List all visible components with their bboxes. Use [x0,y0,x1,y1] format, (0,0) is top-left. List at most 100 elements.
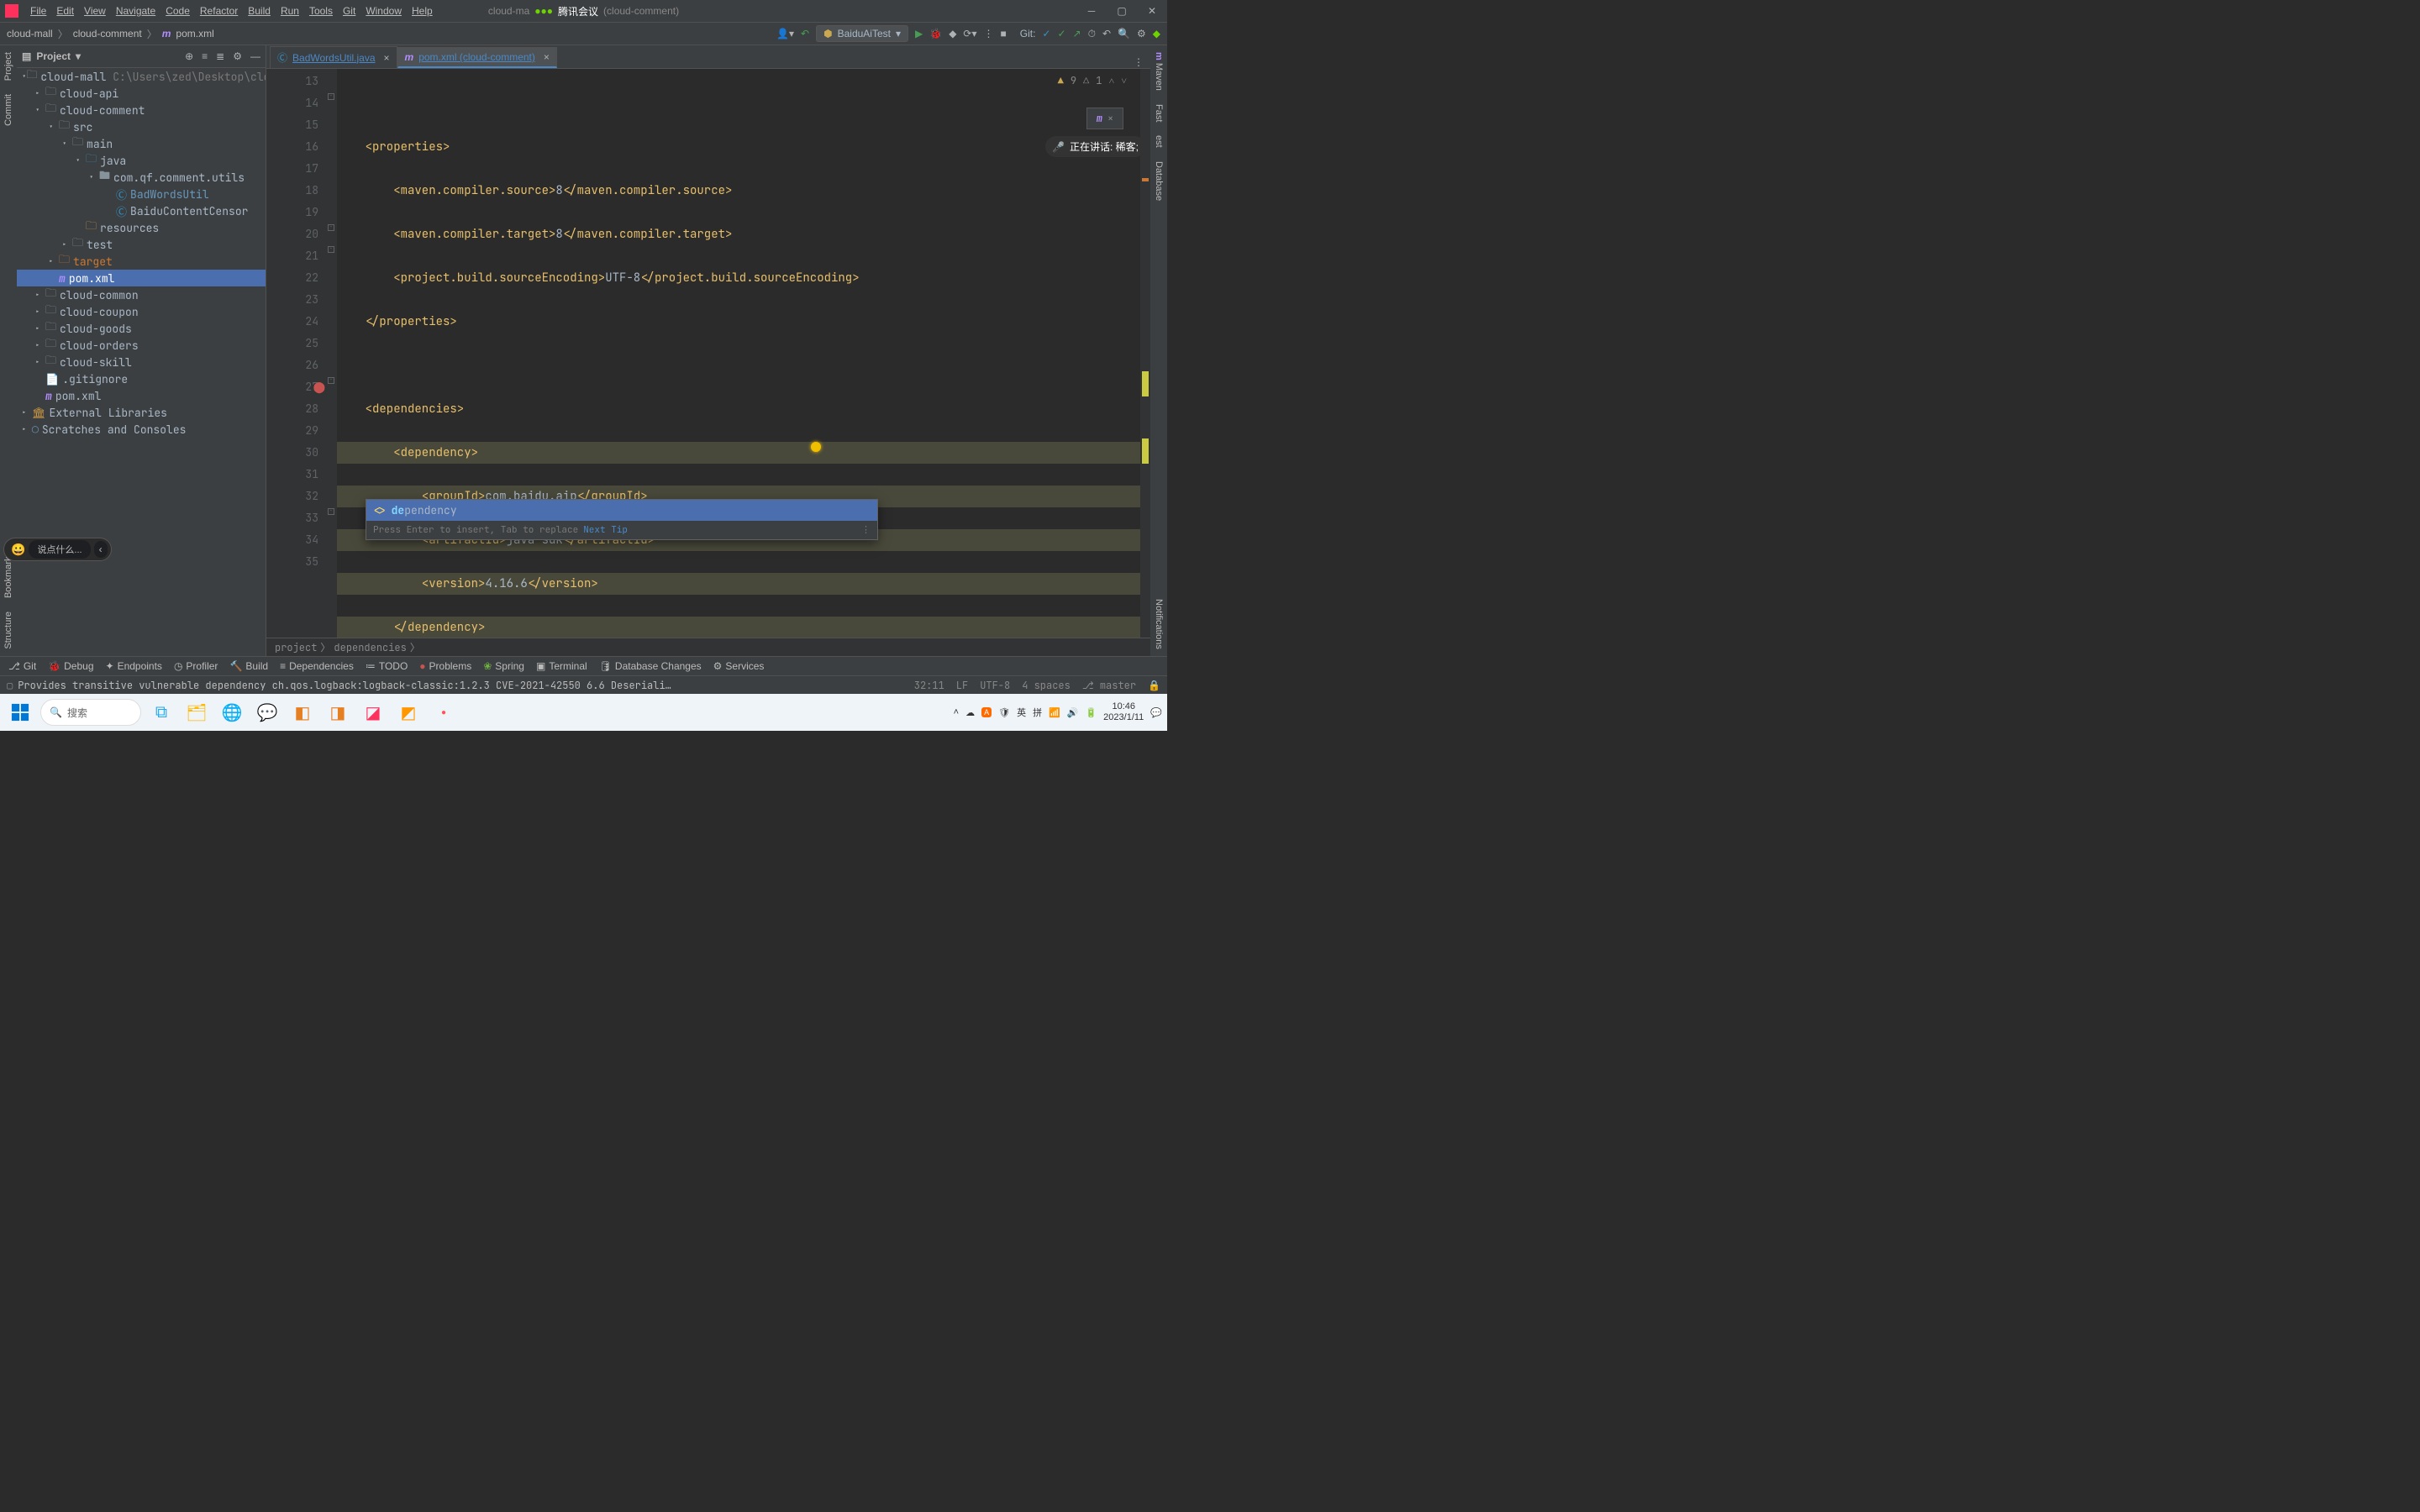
taskbar-app1[interactable]: ◧ [287,697,318,727]
toolwin-notifications[interactable]: Notifications [1152,592,1165,656]
taskbar-chrome[interactable]: 🌐 [217,697,247,727]
taskbar-intellij[interactable]: ◪ [358,697,388,727]
menu-help[interactable]: Help [407,5,438,17]
inspection-summary[interactable]: ▲9 △1 ˄˅ [1058,74,1127,87]
file-encoding[interactable]: UTF-8 [980,679,1010,692]
chat-collapse-icon[interactable]: ‹ [94,541,108,558]
window-maximize[interactable]: ▢ [1112,5,1132,17]
tray-clock[interactable]: 10:46 2023/1/11 [1103,701,1144,723]
toolwin-todo[interactable]: ≔ TODO [366,660,408,672]
completion-more-icon[interactable]: ⋮ [861,524,871,536]
next-tip-link[interactable]: Next Tip [583,524,628,536]
tray-ime-mode[interactable]: 拼 [1033,706,1042,719]
system-tray[interactable]: ˄ ☁ A 🛡 英 拼 📶 🔊 🔋 10:46 2023/1/11 💬 [954,701,1162,723]
toolwin-endpoints[interactable]: ✦ Endpoints [106,660,162,672]
toolwin-dbchanges[interactable]: 🛢 Database Changes [599,660,702,672]
add-user-icon[interactable]: 👤▾ [776,28,794,39]
toolwin-est[interactable]: est [1152,129,1165,155]
vcs-undo-icon[interactable]: ↶ [801,28,809,39]
toolwin-build-bottom[interactable]: 🔨 Build [229,660,268,672]
tray-notifications-icon[interactable]: 💬 [1150,707,1162,718]
editor-body[interactable]: 13 14 15 16 17 18 19 20 21 22 23 24 25 2… [266,69,1150,638]
taskbar-app2[interactable]: ◨ [323,697,353,727]
code-completion-popup[interactable]: <> dependency Press Enter to insert, Tab… [366,499,878,540]
taskbar-recording[interactable]: ● [429,697,459,727]
lock-icon[interactable]: 🔒 [1148,679,1160,692]
window-close[interactable]: ✕ [1142,5,1162,17]
menu-edit[interactable]: Edit [51,5,79,17]
menu-build[interactable]: Build [243,5,276,17]
menu-navigate[interactable]: Navigate [111,5,160,17]
stop-button[interactable]: ■ [1001,28,1007,39]
run-button[interactable]: ▶ [915,28,923,39]
close-tab-icon[interactable]: × [544,51,550,63]
select-opened-icon[interactable]: ⊕ [185,50,193,62]
taskbar-explorer[interactable]: 🗂 [182,697,212,727]
breadcrumb[interactable]: cloud-mall〉 cloud-comment〉 mpom.xml [0,27,214,41]
toolwin-services[interactable]: ⚙ Services [713,660,765,672]
hide-panel-icon[interactable]: — [250,50,260,62]
maven-reload-float[interactable]: m × [1086,108,1123,129]
menu-git[interactable]: Git [338,5,360,17]
toolwin-commit[interactable]: Commit [2,87,15,133]
toolwin-maven[interactable]: m Maven [1152,45,1165,97]
toolwin-terminal[interactable]: ▣ Terminal [536,660,587,672]
tray-volume-icon[interactable]: 🔊 [1067,707,1079,718]
taskbar-sublime[interactable]: ◩ [393,697,424,727]
plugin-icon[interactable]: ◆ [1153,28,1160,39]
menu-window[interactable]: Window [360,5,407,17]
settings-icon[interactable]: ⚙ [1137,28,1146,39]
git-branch[interactable]: ⎇ master [1082,679,1136,692]
taskbar-search[interactable]: 🔍 搜索 [40,699,141,726]
code-content[interactable]: <properties> <maven.compiler.source>8</m… [337,69,1150,638]
caret-position[interactable]: 32:11 [914,679,944,692]
tab-pom-xml[interactable]: m pom.xml (cloud-comment) × [397,47,557,68]
search-everywhere-icon[interactable]: 🔍 [1118,28,1130,39]
menu-file[interactable]: File [25,5,51,17]
coverage-button[interactable]: ◆ [949,28,956,39]
tray-chevron-icon[interactable]: ˄ [954,707,959,717]
toolwin-database[interactable]: Database [1152,155,1165,207]
actions-icon[interactable]: ⋮ [984,28,994,39]
project-tree[interactable]: ▾🗀cloud-mall C:\Users\zed\Desktop\cloud … [17,68,266,656]
taskbar-vscode[interactable]: ⧉ [146,697,176,727]
editor-breadcrumb[interactable]: project〉 dependencies〉 [266,638,1150,656]
toolwin-debug-bottom[interactable]: 🐞 Debug [48,660,93,672]
run-config-select[interactable]: ⬢ BaiduAiTest ▾ [816,25,908,42]
debug-button[interactable]: 🐞 [929,28,942,39]
git-rollback-icon[interactable]: ↶ [1102,28,1111,39]
toolwin-profiler[interactable]: ◷ Profiler [174,660,218,672]
menu-tools[interactable]: Tools [304,5,338,17]
tabs-more-icon[interactable]: ⋮ [1134,56,1144,68]
tray-wifi-icon[interactable]: 📶 [1049,707,1060,718]
menu-refactor[interactable]: Refactor [195,5,243,17]
tray-battery-icon[interactable]: 🔋 [1085,707,1097,718]
expand-all-icon[interactable]: ≡ [202,50,208,62]
tray-onedrive-icon[interactable]: ☁ [965,707,975,718]
tray-ime-lang[interactable]: 英 [1017,706,1026,719]
git-pull-icon[interactable]: ✓ [1042,28,1050,39]
menu-view[interactable]: View [79,5,111,17]
tray-shield-icon[interactable]: 🛡 [998,707,1010,718]
tray-a-icon[interactable]: A [981,707,992,717]
menu-code[interactable]: Code [160,5,195,17]
toolwin-spring[interactable]: ❀ Spring [483,660,524,672]
indent-info[interactable]: 4 spaces [1022,679,1071,692]
start-button[interactable] [5,697,35,727]
toolwin-project[interactable]: Project [2,45,15,87]
toolwin-git-bottom[interactable]: ⎇ Git [8,660,36,672]
chat-float[interactable]: 😀 说点什么... ‹ [3,538,112,561]
window-minimize[interactable]: ─ [1081,5,1102,17]
toolwin-problems[interactable]: ● Problems [419,660,471,672]
toolwin-structure[interactable]: Structure [2,605,15,656]
toolwin-fast[interactable]: Fast [1152,97,1165,129]
git-history-icon[interactable]: ⏱ [1088,28,1096,40]
taskbar-tencent[interactable]: 💬 [252,697,282,727]
close-tab-icon[interactable]: × [384,52,390,64]
panel-settings-icon[interactable]: ⚙ [233,50,242,62]
collapse-all-icon[interactable]: ≣ [216,50,224,62]
status-tooltip-icon[interactable]: ▢ [7,679,13,692]
toolwin-dependencies[interactable]: ≡ Dependencies [280,660,354,672]
project-panel-title[interactable]: ▤ Project ▾ [22,50,81,62]
profile-button[interactable]: ⟳▾ [963,28,976,39]
